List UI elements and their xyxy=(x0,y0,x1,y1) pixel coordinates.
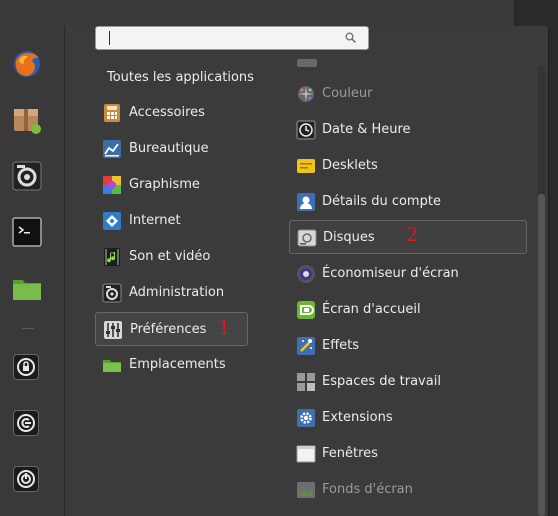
app-effets[interactable]: Effets xyxy=(289,329,527,363)
category-label: Administration xyxy=(129,285,225,300)
annotation-number-1: 1 xyxy=(218,317,231,339)
category-son-et-video[interactable]: Son et vidéo xyxy=(95,240,248,274)
category-bureautique[interactable]: Bureautique xyxy=(95,132,248,166)
shutdown-button[interactable] xyxy=(13,466,39,492)
terminal-icon xyxy=(12,217,42,247)
app-label: Disques xyxy=(323,230,375,245)
category-administration[interactable]: Administration xyxy=(95,276,248,310)
category-accessoires[interactable]: Accessoires xyxy=(95,96,248,130)
folder-icon xyxy=(103,360,121,372)
app-date-heure[interactable]: Date & Heure xyxy=(289,113,527,147)
category-label: Accessoires xyxy=(129,105,205,120)
application-menu: Toutes les applications Accessoires Bure… xyxy=(0,26,549,516)
app-espaces-de-travail[interactable]: Espaces de travail xyxy=(289,365,527,399)
clock-icon xyxy=(296,120,316,140)
annotation-number-2: 2 xyxy=(406,224,419,246)
favorite-terminal[interactable] xyxy=(11,216,43,248)
lock-icon xyxy=(17,358,35,376)
effects-icon xyxy=(297,337,315,355)
color-wheel-icon xyxy=(298,86,314,102)
app-label: Espaces de travail xyxy=(322,374,441,389)
chart-icon xyxy=(103,140,121,158)
app-extensions[interactable]: Extensions xyxy=(289,401,527,435)
favorite-package-manager[interactable] xyxy=(11,104,43,136)
package-icon xyxy=(14,109,41,134)
app-couleur[interactable]: Couleur xyxy=(289,77,527,111)
favorite-settings[interactable] xyxy=(11,160,43,192)
scrollbar-thumb[interactable] xyxy=(538,194,545,516)
power-icon xyxy=(17,470,35,488)
favorite-firefox[interactable] xyxy=(11,48,43,80)
app-label: Desklets xyxy=(322,158,378,173)
all-applications-category[interactable]: Toutes les applications xyxy=(107,70,254,85)
app-label: Couleur xyxy=(322,86,373,101)
category-internet[interactable]: Internet xyxy=(95,204,248,238)
app-desklets[interactable]: Desklets xyxy=(289,149,527,183)
disk-icon xyxy=(297,229,317,247)
favorite-files[interactable] xyxy=(11,272,43,304)
app-fonds-d-ecran[interactable]: Fonds d'écran xyxy=(289,473,527,507)
category-label: Emplacements xyxy=(129,357,226,372)
category-label: Bureautique xyxy=(129,141,209,156)
note-icon xyxy=(297,159,315,173)
app-label: Écran d'accueil xyxy=(322,302,421,317)
category-label: Graphisme xyxy=(129,177,200,192)
settings-icon xyxy=(12,161,42,191)
screensaver-icon xyxy=(297,265,315,283)
app-fenetres[interactable]: Fenêtres xyxy=(289,437,527,471)
text-cursor xyxy=(109,31,110,45)
search-input[interactable] xyxy=(95,26,369,50)
category-graphisme[interactable]: Graphisme xyxy=(95,168,248,202)
app-label: Économiseur d'écran xyxy=(322,266,459,281)
user-icon xyxy=(297,193,315,211)
app-label: Effets xyxy=(322,338,360,353)
category-label: Internet xyxy=(129,213,181,228)
scrolled-item-edge xyxy=(297,59,317,67)
app-economiseur-d-ecran[interactable]: Économiseur d'écran xyxy=(289,257,527,291)
folder-icon xyxy=(13,280,41,300)
wallpaper-icon xyxy=(297,482,315,498)
app-label: Fenêtres xyxy=(322,446,378,461)
globe-icon xyxy=(103,212,121,230)
media-icon xyxy=(104,248,120,266)
logout-icon xyxy=(17,414,35,432)
favorites-bar xyxy=(0,26,65,516)
window-icon xyxy=(296,445,316,463)
app-label: Fonds d'écran xyxy=(322,482,413,497)
firefox-icon xyxy=(14,51,40,77)
favorites-separator xyxy=(22,328,34,329)
app-label: Détails du compte xyxy=(322,194,441,209)
app-ecran-d-accueil[interactable]: Écran d'accueil xyxy=(289,293,527,327)
search-icon xyxy=(345,32,356,43)
admin-icon xyxy=(102,283,122,303)
app-details-du-compte[interactable]: Détails du compte xyxy=(289,185,527,219)
category-label: Préférences xyxy=(130,322,207,337)
apps-scrollbar[interactable] xyxy=(538,66,545,516)
calculator-icon xyxy=(104,104,120,122)
app-label: Date & Heure xyxy=(322,122,411,137)
logout-button[interactable] xyxy=(13,410,39,436)
login-screen-icon xyxy=(297,301,315,319)
app-label: Extensions xyxy=(322,410,393,425)
color-palette-icon xyxy=(103,176,121,194)
workspaces-icon xyxy=(297,373,315,391)
lock-screen-button[interactable] xyxy=(13,354,39,380)
desktop-background-top xyxy=(0,0,558,26)
sliders-icon xyxy=(104,321,122,339)
gear-icon xyxy=(297,409,315,427)
category-label: Son et vidéo xyxy=(129,249,211,264)
category-emplacements[interactable]: Emplacements xyxy=(95,348,248,382)
